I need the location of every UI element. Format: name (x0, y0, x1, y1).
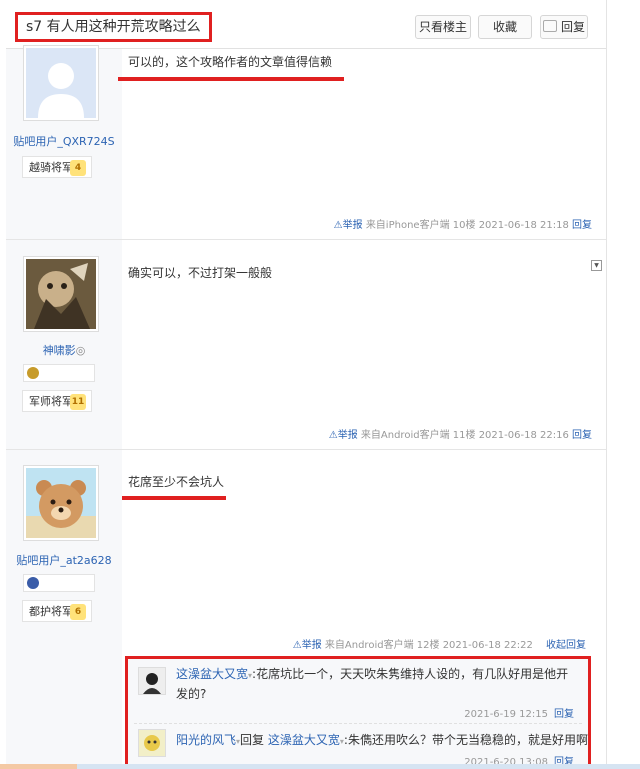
post-floor-11: 神啸影◎ 军师将军 11 确实可以，不过打架一般般 ▼ ⚠举报 来自Androi… (6, 240, 606, 450)
sub-reply-meta: 2021-6-19 12:15 回复 (464, 705, 574, 720)
post-reply-link[interactable]: 回复 (572, 430, 592, 441)
report-label: 举报 (301, 640, 322, 651)
sub-reply-item: 阳光的风飞▾回复 这澡盆大又宽▾:朱儁还用吹么？带个无当稳稳的，就是好用啊 20… (134, 727, 588, 768)
report-label: 举报 (337, 430, 358, 441)
reply-target[interactable]: 这澡盆大又宽 (268, 733, 340, 747)
report-link[interactable]: ⚠举报 (293, 640, 322, 651)
post-source: 来自Android客户端 (360, 430, 450, 441)
report-link[interactable]: ⚠举报 (329, 430, 358, 441)
honor-badge (23, 364, 95, 382)
thread-page: s7 有人用这种开荒攻略过么 只看楼主 收藏 回复 贴吧用户_QXR724S 越… (6, 0, 607, 769)
post-content: 确实可以，不过打架一般般 (128, 266, 273, 280)
post-floor-10: 贴吧用户_QXR724S 越骑将军 4 可以的，这个攻略作者的文章值得信赖 ⚠举… (6, 45, 606, 240)
post-time: 2021-06-18 22:16 (478, 430, 569, 441)
verified-icon: ◎ (75, 344, 86, 357)
avatar[interactable] (138, 729, 166, 757)
avatar[interactable] (23, 256, 99, 332)
thread-header: s7 有人用这种开荒攻略过么 只看楼主 收藏 回复 (6, 0, 606, 49)
bottom-bar (0, 764, 640, 769)
rank-badge: 越骑将军 4 (22, 156, 92, 178)
rank-label: 越骑将军 (29, 161, 73, 174)
favorite-button[interactable]: 收藏 (478, 15, 532, 39)
post-tail: ⚠举报 来自iPhone客户端 10楼 2021-06-18 21:18 回复 (334, 216, 592, 231)
post-content: 可以的，这个攻略作者的文章值得信赖 (128, 55, 333, 69)
username[interactable]: 神啸影◎ (6, 342, 122, 358)
medal-icon (27, 577, 39, 589)
thread-title: s7 有人用这种开荒攻略过么 (15, 12, 212, 42)
level-badge: 11 (70, 394, 86, 410)
sub-reply-reply-link[interactable]: 回复 (554, 709, 574, 720)
level-badge: 6 (70, 604, 86, 620)
username[interactable]: 贴吧用户_at2a628 (6, 552, 122, 568)
honor-badge (23, 574, 95, 592)
username[interactable]: 贴吧用户_QXR724S (6, 133, 122, 149)
sub-reply-body: 这澡盆大又宽▾:花席坑比一个，天天吹朱隽维持人设的，有几队好用是他开发的? (176, 665, 576, 703)
sub-reply-item: 这澡盆大又宽▾:花席坑比一个，天天吹朱隽维持人设的，有几队好用是他开发的? 20… (134, 665, 582, 724)
post-source: 来自Android客户端 (324, 640, 414, 651)
reply-button-label: 回复 (560, 20, 585, 34)
sub-reply-body: 阳光的风飞▾回复 这澡盆大又宽▾:朱儁还用吹么？带个无当稳稳的，就是好用啊 (176, 731, 588, 751)
medal-icon (27, 367, 39, 379)
collapse-toggle[interactable]: ▼ (591, 260, 602, 271)
reply-button[interactable]: 回复 (540, 15, 588, 39)
sub-reply-author[interactable]: 这澡盆大又宽 (176, 667, 248, 681)
collapse-replies-link[interactable]: 收起回复 (546, 640, 586, 651)
post-source: 来自iPhone客户端 (365, 220, 450, 231)
report-label: 举报 (342, 220, 363, 231)
floor-number: 11楼 (452, 430, 476, 441)
post-content: 花席至少不会坑人 (128, 475, 225, 489)
rank-badge: 军师将军 11 (22, 390, 92, 412)
post-tail: ⚠举报 来自Android客户端 12楼 2021-06-18 22:22 收起… (293, 636, 586, 651)
avatar[interactable] (23, 45, 99, 121)
rank-label: 军师将军 (29, 395, 73, 408)
post-time: 2021-06-18 22:22 (442, 640, 533, 651)
only-op-button[interactable]: 只看楼主 (415, 15, 471, 39)
rank-label: 都护将军 (29, 605, 73, 618)
highlight-underline (118, 77, 344, 81)
post-time: 2021-06-18 21:18 (478, 220, 569, 231)
sub-reply-list: 这澡盆大又宽▾:花席坑比一个，天天吹朱隽维持人设的，有几队好用是他开发的? 20… (125, 656, 591, 769)
post-reply-link[interactable]: 回复 (572, 220, 592, 231)
avatar[interactable] (138, 667, 166, 695)
username-label: 神啸影 (42, 344, 76, 357)
level-badge: 4 (70, 160, 86, 176)
sub-reply-author[interactable]: 阳光的风飞 (176, 733, 236, 747)
floor-number: 10楼 (452, 220, 476, 231)
sub-reply-text: :朱儁还用吹么？带个无当稳稳的，就是好用啊 (343, 733, 588, 747)
avatar[interactable] (23, 465, 99, 541)
comment-icon (542, 20, 557, 32)
reply-keyword: 回复 (240, 733, 265, 747)
floor-number: 12楼 (416, 640, 440, 651)
sub-reply-time: 2021-6-19 12:15 (464, 709, 548, 720)
report-link[interactable]: ⚠举报 (334, 220, 363, 231)
rank-badge: 都护将军 6 (22, 600, 92, 622)
post-tail: ⚠举报 来自Android客户端 11楼 2021-06-18 22:16 回复 (329, 426, 592, 441)
highlight-underline (122, 496, 226, 500)
